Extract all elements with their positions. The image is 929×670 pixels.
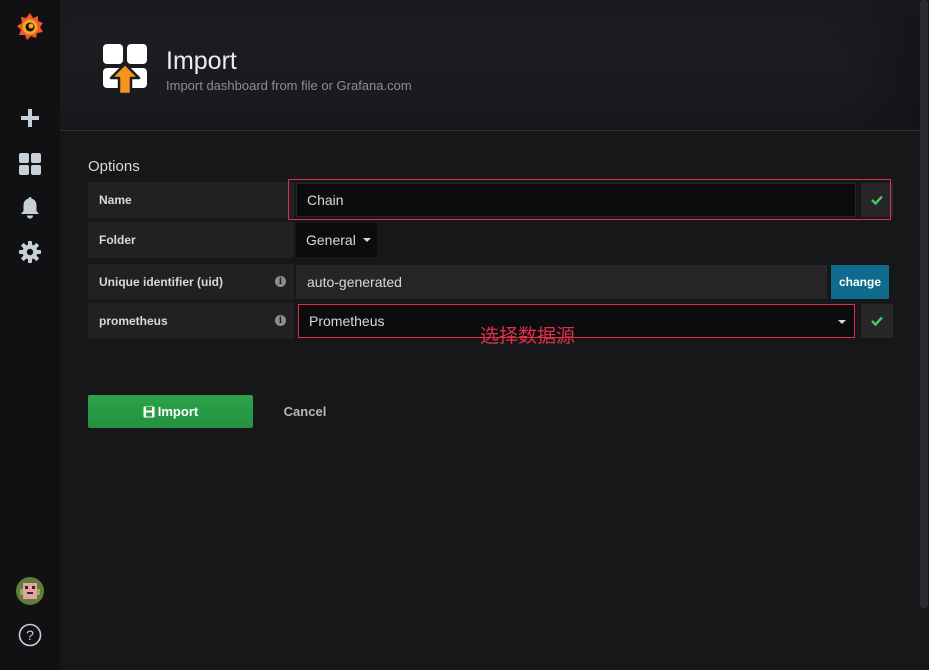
grafana-logo-icon[interactable] [15, 11, 45, 41]
import-button-label: Import [157, 404, 199, 419]
annotation-text: 选择数据源 [480, 326, 576, 347]
info-icon[interactable]: i [275, 276, 286, 287]
bell-icon[interactable] [15, 193, 45, 223]
chevron-down-icon [838, 320, 846, 324]
folder-select-value: General [306, 232, 356, 248]
datasource-valid-check-icon [861, 304, 893, 338]
help-icon[interactable]: ? [15, 620, 45, 650]
chevron-down-icon [362, 238, 371, 242]
uid-label: Unique identifier (uid) i [88, 264, 294, 300]
name-label: Name [88, 182, 294, 218]
import-button[interactable]: Import [88, 395, 253, 428]
sidebar: ? [0, 0, 60, 670]
uid-input-value: auto-generated [307, 274, 402, 290]
import-options-panel: Options Name Chain Folder General Unique… [60, 131, 920, 670]
folder-select[interactable]: General [296, 223, 377, 257]
save-icon [143, 406, 155, 417]
folder-label: Folder [88, 222, 294, 258]
page-header: Import Import dashboard from file or Gra… [60, 0, 920, 131]
page-title: Import [166, 47, 237, 75]
scrollbar[interactable] [920, 0, 928, 608]
cancel-button[interactable]: Cancel [270, 395, 340, 428]
svg-text:?: ? [26, 627, 34, 643]
uid-label-text: Unique identifier (uid) [99, 275, 223, 289]
plus-icon[interactable] [15, 103, 45, 133]
datasource-select-value: Prometheus [309, 313, 385, 329]
gear-icon[interactable] [15, 237, 45, 267]
page-subtitle: Import dashboard from file or Grafana.co… [166, 78, 412, 93]
uid-input: auto-generated [296, 265, 827, 299]
options-heading: Options [88, 158, 140, 175]
datasource-select[interactable]: Prometheus [298, 304, 855, 338]
datasource-label-text: prometheus [99, 314, 168, 328]
avatar-icon[interactable] [15, 576, 45, 606]
datasource-label: prometheus i [88, 303, 294, 339]
dashboards-icon[interactable] [15, 149, 45, 179]
name-highlight-box [288, 179, 891, 220]
import-icon [101, 42, 149, 98]
name-label-text: Name [99, 193, 132, 207]
uid-change-button[interactable]: change [831, 265, 889, 299]
info-icon[interactable]: i [275, 315, 286, 326]
folder-label-text: Folder [99, 233, 136, 247]
